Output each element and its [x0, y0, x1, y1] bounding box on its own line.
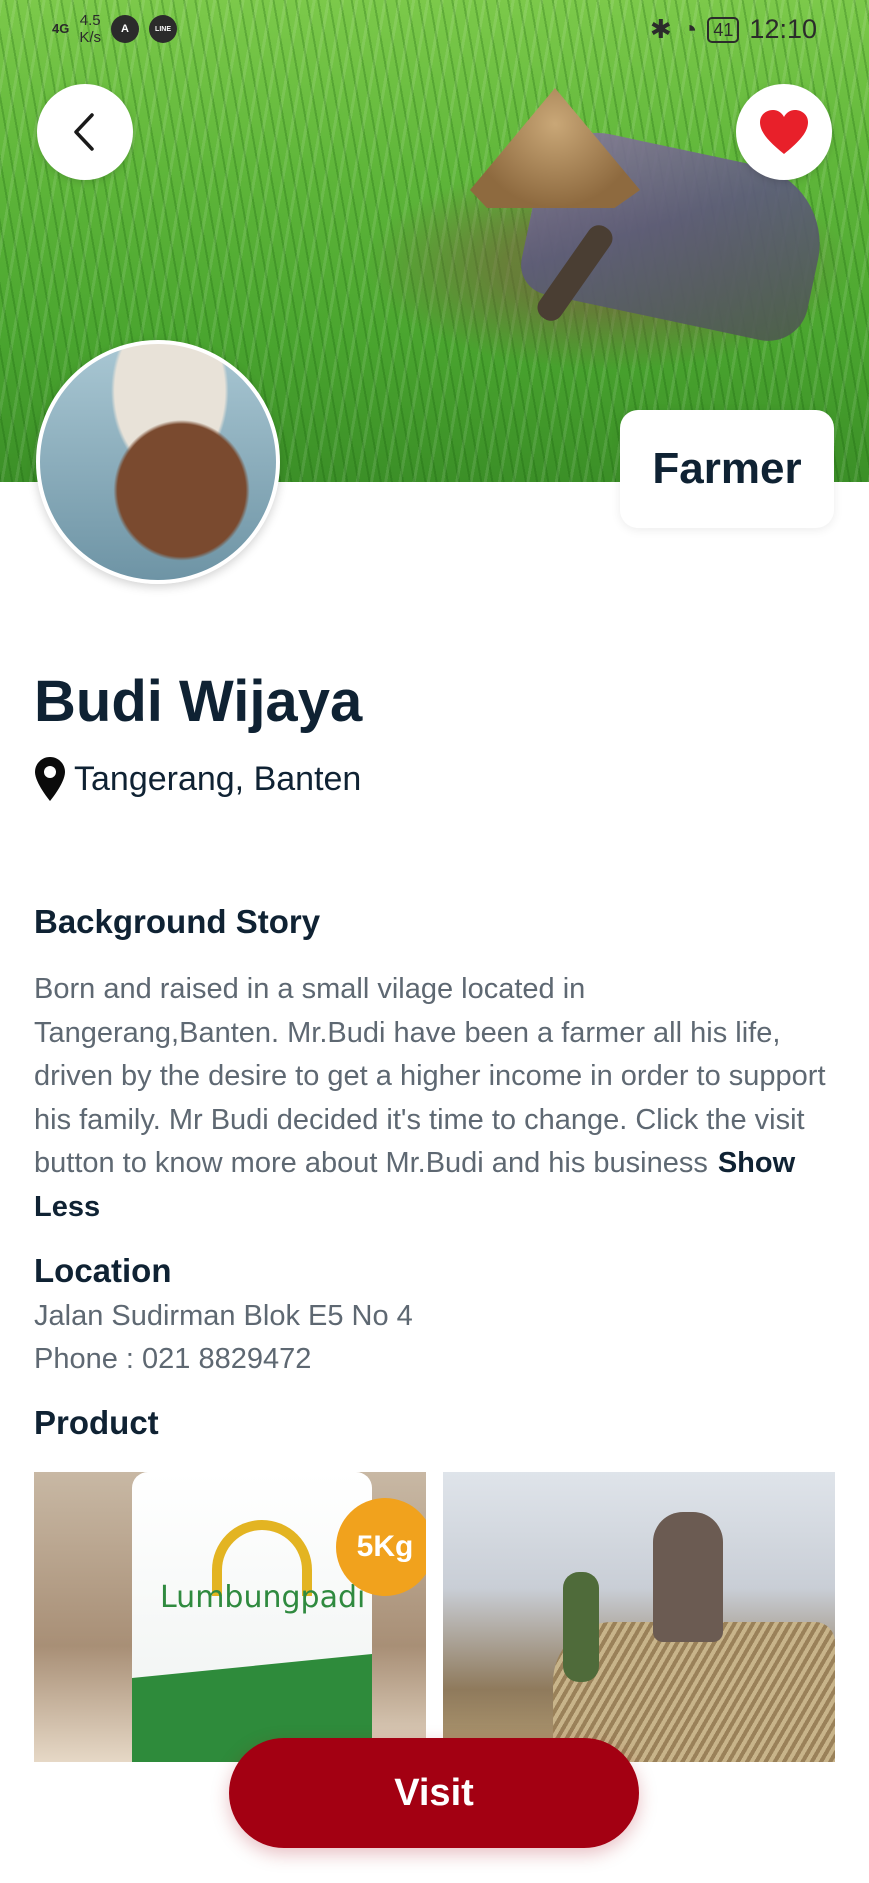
speed-unit: K/s: [79, 29, 102, 46]
profile-location: Tangerang, Banten: [34, 756, 361, 802]
worker-figure-2: [563, 1572, 599, 1682]
product-brand: Lumbungpadi: [160, 1580, 366, 1615]
favorite-button[interactable]: [736, 84, 832, 180]
address-text: Jalan Sudirman Blok E5 No 4: [34, 1300, 413, 1332]
location-text: Tangerang, Banten: [74, 759, 362, 798]
heart-icon: [760, 110, 808, 154]
product-card-harvest[interactable]: [443, 1472, 835, 1762]
background-story-text: Born and raised in a small vilage locate…: [34, 968, 834, 1229]
rice-bag-image: Lumbungpadi: [132, 1472, 372, 1762]
back-button[interactable]: [37, 84, 133, 180]
speedometer-icon: ◔: [681, 14, 698, 44]
phone-text: Phone : 021 8829472: [34, 1343, 312, 1375]
background-story-title: Background Story: [34, 903, 321, 940]
network-speed: 4.5 K/s: [79, 12, 101, 46]
location-title: Location: [34, 1252, 172, 1289]
line-notification-icon: LINE: [149, 15, 178, 43]
product-card-rice-bag[interactable]: Lumbungpadi 5Kg: [34, 1472, 426, 1762]
location-pin-icon: [35, 757, 65, 801]
role-tag: Farmer: [620, 410, 834, 528]
status-left: 4G 4.5 K/s A LINE: [52, 12, 178, 46]
bluetooth-icon: ✱: [649, 14, 672, 44]
weight-badge: 5Kg: [336, 1498, 426, 1596]
visit-button[interactable]: Visit: [229, 1738, 639, 1848]
speed-value: 4.5: [79, 12, 101, 29]
status-bar: 4G 4.5 K/s A LINE ✱ ◔ 41 12:10: [0, 0, 869, 60]
story-body: Born and raised in a small vilage locate…: [34, 973, 826, 1179]
app-notification-icon: A: [111, 15, 140, 43]
avatar: [36, 340, 280, 584]
battery-icon: 41: [707, 16, 740, 43]
status-right: ✱ ◔ 41 12:10: [650, 14, 817, 45]
profile-name: Budi Wijaya: [34, 669, 363, 734]
worker-figure: [653, 1512, 723, 1642]
chevron-left-icon: [74, 113, 94, 151]
clock: 12:10: [749, 14, 817, 44]
network-signal-icon: 4G: [52, 21, 70, 36]
product-title: Product: [34, 1404, 159, 1441]
